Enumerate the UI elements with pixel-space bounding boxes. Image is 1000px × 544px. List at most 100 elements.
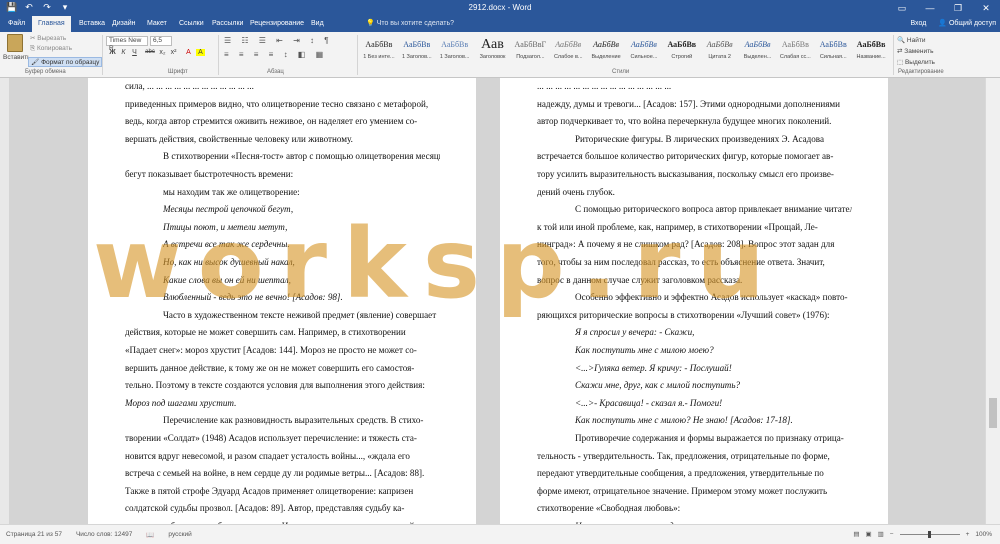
text-line[interactable]: <...>- Красавица! - сказал я.- Помоги! (575, 395, 852, 413)
text-line[interactable]: передают утвердительные сообщения, а пре… (537, 465, 852, 483)
text-line[interactable]: дений очень глубок. (537, 184, 852, 202)
text-line[interactable]: Скажи мне, друг, как с милой поступить? (575, 377, 852, 395)
list-buttons[interactable]: ☰ ☷ ☰ ⇤ ⇥ ↕ ¶ (224, 36, 333, 45)
zoom-out-button[interactable]: − (890, 531, 894, 538)
text-line[interactable]: вершать действия, свойственные человеку … (125, 131, 440, 149)
text-line[interactable]: надежду, думы и тревоги... [Асадов: 157]… (537, 96, 852, 114)
font-size-select[interactable]: 6,5 (150, 36, 172, 46)
style-item[interactable]: АаБбВвГ Подзагол... (511, 36, 549, 66)
document-page-right[interactable]: ... ... ... ... ... ... ... ... ... ... … (500, 78, 888, 524)
replace-button[interactable]: ⇄ Заменить (897, 46, 935, 57)
format-painter-button[interactable]: 🖌 Формат по образцу (28, 57, 103, 67)
zoom-slider-knob[interactable] (927, 530, 931, 538)
style-item[interactable]: АаБбВв Строгий (663, 36, 701, 66)
text-line[interactable]: <...>Гуляка ветер. Я кричу: - Послушай! (575, 360, 852, 378)
text-line[interactable]: форме имеют, отрицательное значение. При… (537, 483, 852, 501)
text-line[interactable]: сила, ... ... ... ... ... ... ... ... ..… (125, 78, 440, 96)
style-item[interactable]: АаБбВв Сильная... (814, 36, 852, 66)
text-line[interactable]: встреча с семьей на войне, в нем сердце … (125, 465, 440, 483)
tab-file[interactable]: Файл (2, 16, 31, 32)
vertical-scrollbar[interactable] (985, 78, 1000, 524)
text-line[interactable]: мы находим так же олицетворение: (163, 184, 440, 202)
text-line[interactable]: Влюбленный - ведь это не вечно! [Асадов:… (163, 289, 440, 307)
read-mode-icon[interactable]: ▤ (853, 530, 859, 538)
text-line[interactable]: Особенно эффективно и эффектно Асадов ис… (575, 289, 852, 307)
tab-layout[interactable]: Макет (141, 16, 173, 32)
tab-home[interactable]: Главная (32, 16, 71, 32)
cut-button[interactable]: ✂ Вырезать (30, 34, 66, 42)
print-layout-icon[interactable]: ▣ (865, 530, 871, 538)
text-line[interactable]: Противоречие содержания и формы выражает… (575, 430, 852, 448)
text-line[interactable]: Какие слова вы он ей ни шептал, (163, 272, 440, 290)
text-line[interactable]: Перечисление как разновидность выразител… (163, 412, 440, 430)
scrollbar-thumb[interactable] (989, 398, 997, 428)
tell-me-box[interactable]: 💡 Что вы хотите сделать? (366, 16, 454, 32)
subscript-button[interactable]: x₂ (158, 49, 167, 56)
restore-button[interactable]: ❐ (944, 0, 972, 16)
text-line[interactable]: В стихотворении «Песня-тост» автор с пом… (163, 148, 440, 166)
underline-button[interactable]: Ч (130, 49, 139, 56)
text-line[interactable]: Как поступить мне с милою моею? (575, 342, 852, 360)
bold-button[interactable]: Ж (108, 49, 117, 56)
style-item[interactable]: АаБбВв Выделен... (739, 36, 777, 66)
text-line[interactable]: стихотворение «Свободная любовь»: (537, 500, 852, 518)
zoom-level[interactable]: 100% (975, 531, 992, 538)
style-item[interactable]: АаБбВв 1 Без инте... (360, 36, 398, 66)
document-area[interactable]: сила, ... ... ... ... ... ... ... ... ..… (9, 78, 985, 524)
text-line[interactable]: приведенных примеров видно, что олицетво… (125, 96, 440, 114)
text-line[interactable]: творении «Солдат» (1948) Асадов использу… (125, 430, 440, 448)
style-item[interactable]: АаБбВв Цитата 2 (701, 36, 739, 66)
page-counter[interactable]: Страница 21 из 57 (6, 531, 62, 539)
style-item[interactable]: АаБбВв Слабое в... (549, 36, 587, 66)
text-line[interactable]: Месяцы пестрой цепочкой бегут, (163, 201, 440, 219)
text-line[interactable]: к той или иной проблеме, как, например, … (537, 219, 852, 237)
text-line[interactable]: ряющихся риторические вопросы в стихотво… (537, 307, 852, 325)
text-line[interactable]: Риторические фигуры. В лирических произв… (575, 131, 852, 149)
style-item[interactable]: АаБбВв 1 Заголов... (436, 36, 474, 66)
find-button[interactable]: 🔍 Найти (897, 35, 935, 46)
ribbon-display-button[interactable]: ▭ (888, 0, 916, 16)
minimize-button[interactable]: — (916, 0, 944, 16)
style-item[interactable]: АаБбВв Выделение (587, 36, 625, 66)
tab-references[interactable]: Ссылки (173, 16, 210, 32)
copy-button[interactable]: ⎘ Копировать (30, 45, 72, 53)
text-line[interactable]: Также в пятой строфе Эдуард Асадов приме… (125, 483, 440, 501)
text-line[interactable]: вопрос в данном случае служит заголовком… (537, 272, 852, 290)
text-line[interactable]: Мороз под шагами хрустит. (125, 395, 440, 413)
text-line[interactable]: Но, как ни высок душевный накал, (163, 254, 440, 272)
style-item[interactable]: АаБбВв Слабая сс... (776, 36, 814, 66)
language-indicator[interactable]: русский (168, 531, 191, 539)
text-line[interactable]: С помощью риторического вопроса автор пр… (575, 201, 852, 219)
signin-link[interactable]: Вход (910, 16, 926, 32)
text-line[interactable]: автор подчеркивает то, что война перечер… (537, 113, 852, 131)
share-button[interactable]: 👤 Общий доступ (938, 16, 996, 32)
text-line[interactable]: тельно. Поэтому в тексте создаются услов… (125, 377, 440, 395)
close-button[interactable]: ✕ (972, 0, 1000, 16)
text-line[interactable]: Птицы поют, и метели метут, (163, 219, 440, 237)
text-line[interactable]: ведь, когда автор стремится оживить нежи… (125, 113, 440, 131)
text-line[interactable]: встречается большое количество риторичес… (537, 148, 852, 166)
font-name-select[interactable]: Times New R (106, 36, 148, 52)
paste-button[interactable]: Вставить (3, 34, 31, 64)
style-item[interactable]: Аав Заголовок (474, 36, 512, 66)
text-line[interactable]: того, чтобы за ним последовал рассказ, т… (537, 254, 852, 272)
tab-mailings[interactable]: Рассылки (206, 16, 249, 32)
superscript-button[interactable]: x² (169, 49, 178, 56)
text-line[interactable]: Как поступить мне с милою? Не знаю! [Аса… (575, 412, 852, 430)
text-line[interactable]: бегут показывает быстротечность времени: (125, 166, 440, 184)
text-line[interactable]: солдатской судьбы прозвол. [Асадов: 89].… (125, 500, 440, 518)
text-line[interactable]: Я я спросил у вечера: - Скажи, (575, 324, 852, 342)
text-line[interactable]: новится вдруг невесомой, и разом спадает… (125, 448, 440, 466)
style-item[interactable]: АаБбВв 1 Заголов... (398, 36, 436, 66)
select-button[interactable]: ⬚ Выделить (897, 57, 935, 68)
highlight-button[interactable]: A (196, 49, 205, 56)
text-line[interactable]: Часто в художественном тексте неживой пр… (163, 307, 440, 325)
style-item[interactable]: АаБбВв Название... (852, 36, 890, 66)
zoom-in-button[interactable]: + (966, 531, 970, 538)
proofing-icon[interactable]: 📖 (146, 531, 154, 539)
word-count[interactable]: Число слов: 12497 (76, 531, 132, 539)
align-buttons[interactable]: ≡ ≡ ≡ ≡ ↕ ◧ ▦ (224, 50, 327, 59)
text-line[interactable]: вершить данное действие, к тому же он не… (125, 360, 440, 378)
font-color-button[interactable]: A (184, 49, 193, 56)
text-line[interactable]: тельность - утвердительность. Так, предл… (537, 448, 852, 466)
